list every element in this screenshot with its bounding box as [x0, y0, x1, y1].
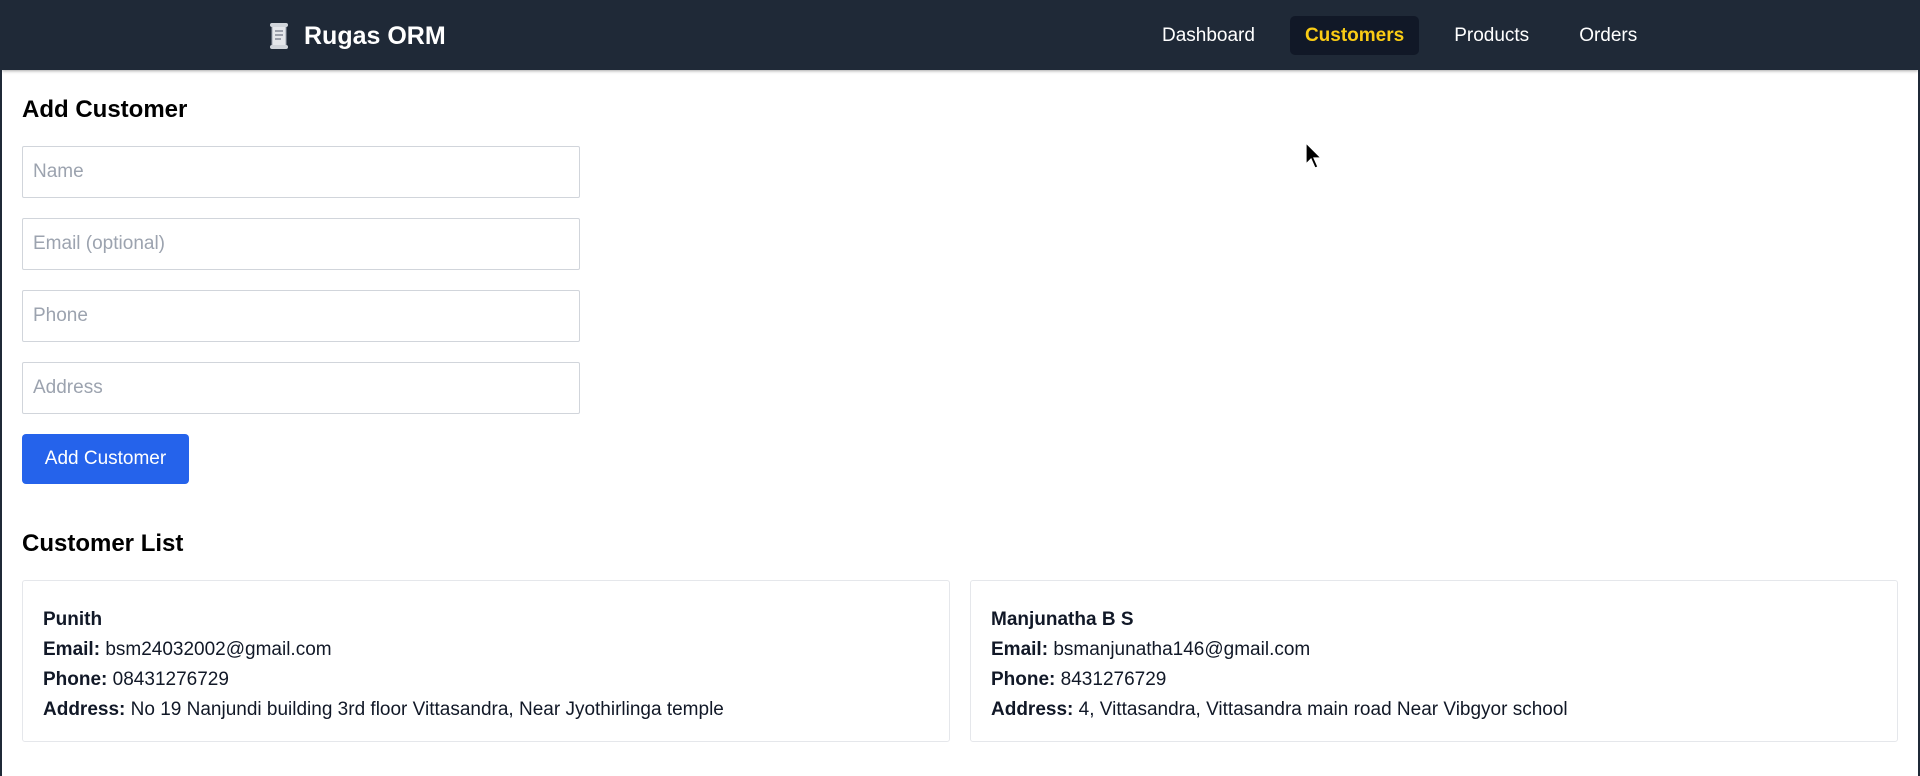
customer-card: Manjunatha B S Email: bsmanjunatha146@gm…: [970, 580, 1898, 742]
add-customer-heading: Add Customer: [22, 96, 188, 123]
customer-email: bsm24032002@gmail.com: [105, 639, 332, 660]
email-label: Email:: [43, 639, 101, 660]
customer-phone: 8431276729: [1060, 669, 1167, 690]
email-label: Email:: [991, 639, 1049, 660]
customer-email: bsmanjunatha146@gmail.com: [1053, 639, 1311, 660]
customer-address: 4, Vittasandra, Vittasandra main road Ne…: [1078, 699, 1568, 720]
customer-email-row: Email: bsmanjunatha146@gmail.com: [991, 635, 1877, 665]
phone-label: Phone:: [991, 669, 1056, 690]
add-customer-button[interactable]: Add Customer: [22, 434, 189, 484]
address-label: Address:: [43, 699, 126, 720]
receipt-icon: [270, 23, 288, 49]
app-window: Rugas ORM Dashboard Customers Products O…: [2, 0, 1918, 776]
phone-label: Phone:: [43, 669, 108, 690]
brand[interactable]: Rugas ORM: [268, 20, 446, 52]
customer-name: Punith: [43, 609, 103, 630]
customer-phone-row: Phone: 08431276729: [43, 665, 929, 695]
nav-links: Dashboard Customers Products Orders: [1147, 16, 1672, 55]
email-input[interactable]: [22, 218, 580, 270]
customer-phone: 08431276729: [112, 669, 229, 690]
customer-name: Manjunatha B S: [991, 609, 1134, 630]
customer-address: No 19 Nanjundi building 3rd floor Vittas…: [130, 699, 724, 720]
customer-list-heading: Customer List: [22, 530, 184, 557]
top-navbar: Rugas ORM Dashboard Customers Products O…: [2, 0, 1918, 70]
nav-link-orders[interactable]: Orders: [1564, 16, 1652, 55]
nav-link-products[interactable]: Products: [1439, 16, 1544, 55]
customer-phone-row: Phone: 8431276729: [991, 665, 1877, 695]
customer-card: Punith Email: bsm24032002@gmail.com Phon…: [22, 580, 950, 742]
address-label: Address:: [991, 699, 1074, 720]
phone-input[interactable]: [22, 290, 580, 342]
address-input[interactable]: [22, 362, 580, 414]
name-input[interactable]: [22, 146, 580, 198]
customer-address-row: Address: No 19 Nanjundi building 3rd flo…: [43, 695, 929, 725]
nav-link-dashboard[interactable]: Dashboard: [1147, 16, 1270, 55]
nav-link-customers[interactable]: Customers: [1289, 16, 1420, 55]
brand-name: Rugas ORM: [304, 21, 446, 50]
customer-address-row: Address: 4, Vittasandra, Vittasandra mai…: [991, 695, 1877, 725]
mouse-cursor-icon: [1305, 142, 1323, 169]
customer-email-row: Email: bsm24032002@gmail.com: [43, 635, 929, 665]
